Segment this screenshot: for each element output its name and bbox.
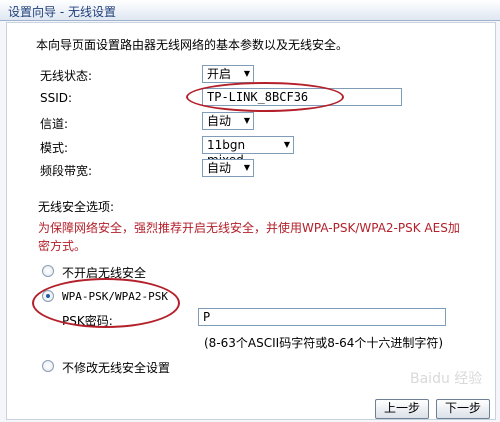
bandwidth-value: 自动 [207,161,232,175]
channel-label: 信道: [40,117,69,131]
chevron-down-icon: ▼ [243,163,250,172]
psk-password-value: P [203,310,211,324]
prev-button[interactable]: 上一步 [375,399,429,419]
next-button[interactable]: 下一步 [436,399,490,419]
wireless-status-select[interactable]: 开启 ▼ [202,65,254,83]
wireless-status-value: 开启 [207,67,232,81]
wireless-status-label: 无线状态: [40,69,93,83]
watermark-logo: Baidu 经验 [410,371,483,387]
annotation-ellipse-ssid [186,82,344,112]
mode-select[interactable]: 11bgn mixed ▼ [202,136,294,167]
ssid-label: SSID: [40,91,73,105]
chevron-down-icon: ▼ [243,116,250,125]
chevron-down-icon: ▼ [283,140,290,149]
channel-select[interactable]: 自动 ▼ [202,112,254,130]
security-warning: 为保障网络安全，强烈推荐开启无线安全，并使用WPA-PSK/WPA2-PSK A… [38,221,460,253]
mode-label: 模式: [40,141,69,155]
radio-keep-security[interactable] [42,360,54,372]
bandwidth-select[interactable]: 自动 ▼ [202,159,254,177]
psk-hint: (8-63个ASCII码字符或8-64个十六进制字符) [204,336,444,350]
bandwidth-label: 频段带宽: [40,164,93,178]
security-heading: 无线安全选项: [38,200,115,214]
window-title: 设置向导 - 无线设置 [8,5,116,19]
channel-value: 自动 [207,114,232,128]
title-bar: 设置向导 - 无线设置 [0,0,500,21]
dialog-window: 设置向导 - 无线设置 本向导页面设置路由器无线网络的基本参数以及无线安全。 无… [0,0,500,422]
annotation-ellipse-wpa [32,278,180,328]
chevron-down-icon: ▼ [243,69,250,78]
intro-text: 本向导页面设置路由器无线网络的基本参数以及无线安全。 [36,38,349,52]
radio-no-security[interactable] [42,265,54,277]
radio-keep-security-label: 不修改无线安全设置 [62,361,171,375]
psk-password-input[interactable]: P [198,308,446,326]
